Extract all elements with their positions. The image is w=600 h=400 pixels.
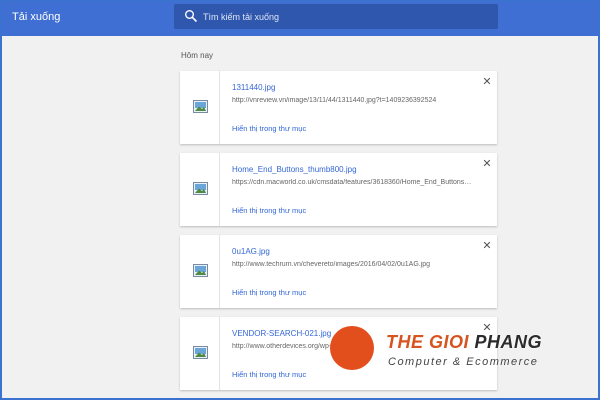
search-input[interactable] [203, 7, 483, 26]
file-source-url: http://vnreview.vn/image/13/11/44/131144… [232, 97, 437, 104]
show-in-folder-link[interactable]: Hiển thị trong thư mục [232, 288, 306, 297]
close-icon[interactable]: ✕ [481, 322, 493, 334]
file-source-url: http://www.techrum.vn/chevereto/images/2… [232, 261, 431, 268]
download-item: Home_End_Buttons_thumb800.jpg https://cd… [180, 153, 497, 226]
top-bar: Tải xuống [0, 0, 600, 36]
download-item: 1311440.jpg http://vnreview.vn/image/13/… [180, 71, 497, 144]
thumbnail-area [180, 71, 220, 144]
show-in-folder-link[interactable]: Hiển thị trong thư mục [232, 206, 306, 215]
thumbnail-area [180, 235, 220, 308]
show-in-folder-link[interactable]: Hiển thị trong thư mục [232, 124, 306, 133]
thumbnail-area [180, 317, 220, 390]
download-item: 0u1AG.jpg http://www.techrum.vn/cheveret… [180, 235, 497, 308]
search-icon[interactable] [184, 9, 198, 23]
file-source-url: http://www.otherdevices.org/wp-c... [232, 343, 341, 350]
thumbnail-area [180, 153, 220, 226]
close-icon[interactable]: ✕ [481, 240, 493, 252]
file-name-link[interactable]: VENDOR-SEARCH-021.jpg [232, 329, 331, 338]
file-name-link[interactable]: 1311440.jpg [232, 83, 275, 92]
show-in-folder-link[interactable]: Hiển thị trong thư mục [232, 370, 306, 379]
close-icon[interactable]: ✕ [481, 158, 493, 170]
download-item: VENDOR-SEARCH-021.jpg http://www.otherde… [180, 317, 497, 390]
close-icon[interactable]: ✕ [481, 76, 493, 88]
file-name-link[interactable]: 0u1AG.jpg [232, 247, 270, 256]
page-title: Tải xuống [12, 11, 61, 23]
file-source-url: https://cdn.macworld.co.uk/cmsdata/featu… [232, 179, 472, 186]
file-name-link[interactable]: Home_End_Buttons_thumb800.jpg [232, 165, 357, 174]
image-file-icon [193, 100, 208, 113]
search-box[interactable] [174, 4, 498, 29]
image-file-icon [193, 264, 208, 277]
image-file-icon [193, 346, 208, 359]
section-date-label: Hôm nay [181, 51, 214, 60]
image-file-icon [193, 182, 208, 195]
